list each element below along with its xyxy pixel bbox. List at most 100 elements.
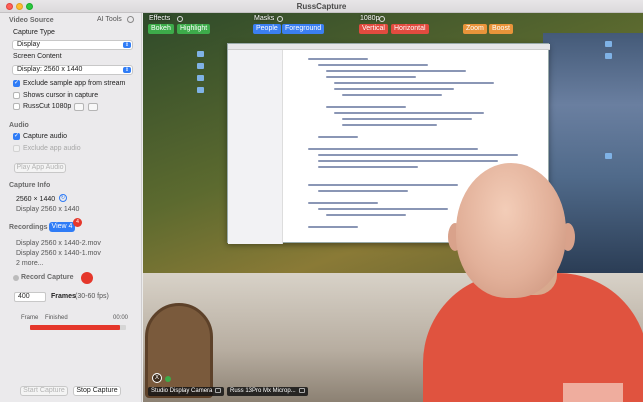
frames-label: Frames <box>51 293 76 300</box>
capture-info-resolution: 2560 × 1440 <box>16 196 56 203</box>
capture-type-value: Display <box>17 41 40 48</box>
code-line <box>326 70 466 72</box>
window-title: RussCapture <box>296 2 347 11</box>
capture-type-select[interactable]: Display ⇕ <box>12 40 133 50</box>
resolution-toggle[interactable] <box>379 16 385 22</box>
exclude-app-audio-checkbox[interactable] <box>13 145 20 152</box>
code-line <box>308 226 358 228</box>
chevron-updown-icon: ⇕ <box>123 67 131 73</box>
folder-icon <box>197 87 204 93</box>
chair <box>145 303 213 398</box>
close-icon[interactable]: X <box>152 373 162 383</box>
microphone-icon <box>298 387 305 393</box>
zoom-button[interactable]: Zoom <box>463 24 487 34</box>
frames-input[interactable]: 400 <box>14 292 46 302</box>
start-capture-button[interactable]: Start Capture <box>20 386 68 396</box>
sidebar: Video Source AI Tools Capture Type Displ… <box>0 13 142 402</box>
code-line <box>342 124 437 126</box>
code-line <box>318 160 498 162</box>
folder-icon <box>197 51 204 57</box>
recordings-count-badge: 4 <box>73 218 82 227</box>
capture-info-title: Capture Info <box>9 182 51 189</box>
record-capture-label: Record Capture <box>21 274 74 281</box>
folder-icon <box>605 53 612 59</box>
recordings-title: Recordings <box>9 224 48 231</box>
audio-title: Audio <box>9 122 29 129</box>
code-line <box>342 118 472 120</box>
camera-label: Studio Display Camera <box>151 388 213 394</box>
vertical-button[interactable]: Vertical <box>359 24 388 34</box>
highlight-button[interactable]: Highlight <box>177 24 211 34</box>
camera-source-label[interactable]: Studio Display Camera <box>148 387 225 396</box>
frames-fps-label: (30-60 fps) <box>75 293 109 300</box>
time-label: 00:00 <box>113 315 129 321</box>
masks-toggle[interactable] <box>277 16 283 22</box>
horizontal-button[interactable]: Horizontal <box>391 24 429 34</box>
more-recordings-link[interactable]: 2 more... <box>16 260 44 267</box>
boost-button[interactable]: Boost <box>489 24 513 34</box>
code-line <box>308 58 368 60</box>
play-app-audio-button[interactable]: Play App Audio <box>14 163 66 173</box>
person-head <box>456 163 566 298</box>
video-source-title: Video Source <box>9 17 54 24</box>
chevron-updown-icon: ⇕ <box>123 42 131 48</box>
code-line <box>318 208 448 210</box>
people-mask-button[interactable]: People <box>253 24 281 34</box>
masks-label: Masks <box>254 15 275 22</box>
shows-cursor-checkbox[interactable] <box>13 92 20 99</box>
russcut-option-box-1[interactable] <box>74 103 84 111</box>
code-line <box>342 94 442 96</box>
russcut-label: RussCut 1080p <box>23 103 72 110</box>
record-status-icon <box>13 275 19 281</box>
screen-content-label: Screen Content <box>13 53 62 60</box>
folder-icon <box>605 41 612 47</box>
shows-cursor-label: Shows cursor in capture <box>23 92 99 99</box>
code-editor-sidebar <box>228 50 283 244</box>
code-line <box>318 64 428 66</box>
capture-preview: Effects Bokeh Highlight Masks People For… <box>143 13 643 402</box>
russcut-checkbox[interactable] <box>13 103 20 110</box>
code-line <box>308 202 378 204</box>
code-line <box>318 190 408 192</box>
refresh-icon[interactable]: ↻ <box>59 194 67 202</box>
recording-file-2[interactable]: Display 2560 x 1440-1.mov <box>16 250 101 257</box>
code-line <box>326 76 416 78</box>
code-line <box>318 136 358 138</box>
capture-info-display: Display 2560 x 1440 <box>16 206 80 213</box>
capture-audio-checkbox[interactable]: ✓ <box>13 133 20 140</box>
exclude-sample-app-label: Exclude sample app from stream <box>23 80 126 87</box>
bokeh-button[interactable]: Bokeh <box>148 24 174 34</box>
folder-icon <box>197 75 204 81</box>
ai-tools-label: AI Tools <box>97 16 122 23</box>
exclude-app-audio-label: Exclude app audio <box>23 145 81 152</box>
status-indicator-icon <box>165 376 171 382</box>
exclude-sample-app-checkbox[interactable]: ✓ <box>13 80 20 87</box>
frame-label: Frame <box>21 315 39 321</box>
record-button[interactable] <box>81 272 93 284</box>
effects-toggle[interactable] <box>177 16 183 22</box>
code-line <box>334 88 454 90</box>
code-line <box>334 112 484 114</box>
code-line <box>326 106 406 108</box>
folder-icon <box>197 63 204 69</box>
camera-icon <box>215 387 222 393</box>
capture-type-label: Capture Type <box>13 29 55 36</box>
capture-audio-label: Capture audio <box>23 133 67 140</box>
finished-label: Finished <box>45 315 68 321</box>
screen-content-select[interactable]: Display: 2560 x 1440 ⇕ <box>12 65 133 75</box>
view-recordings-button[interactable]: View 4 <box>49 222 75 232</box>
mic-source-label[interactable]: Russ 13Pro Mx Microp... <box>227 387 308 396</box>
foreground-mask-button[interactable]: Foreground <box>282 24 325 34</box>
effects-label: Effects <box>149 15 171 22</box>
code-line <box>318 166 418 168</box>
russcut-option-box-2[interactable] <box>88 103 98 111</box>
code-line <box>326 214 406 216</box>
screen-content-value: Display: 2560 x 1440 <box>17 66 83 73</box>
ai-tools-toggle[interactable] <box>127 16 134 23</box>
shirt-logo <box>563 383 623 402</box>
code-line <box>308 148 478 150</box>
title-bar: RussCapture <box>0 0 643 13</box>
stop-capture-button[interactable]: Stop Capture <box>73 386 121 396</box>
progress-track <box>30 325 126 330</box>
recording-file-1[interactable]: Display 2560 x 1440-2.mov <box>16 240 101 247</box>
